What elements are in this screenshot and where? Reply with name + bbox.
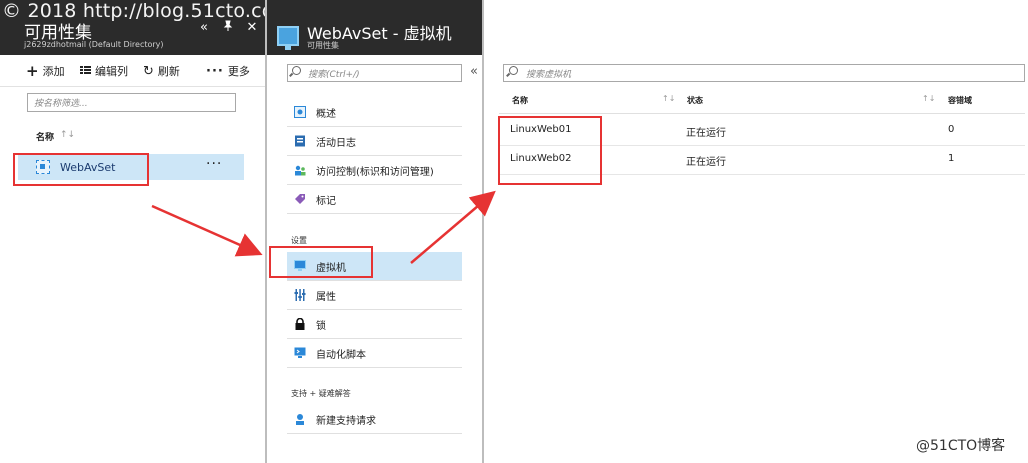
- access-control-icon: [295, 165, 306, 176]
- sort-icon[interactable]: ↑↓: [922, 94, 935, 103]
- plus-icon: +: [26, 61, 39, 80]
- support-request-icon: [296, 414, 304, 425]
- mid-blade-subtitle: 可用性集: [307, 41, 339, 50]
- menu-item-new-support-request[interactable]: 新建支持请求: [287, 405, 462, 434]
- blade-divider: [265, 0, 267, 463]
- column-header-fault-domain[interactable]: 容错域: [948, 95, 972, 106]
- annotation-box-vm-list: [498, 116, 602, 185]
- more-button[interactable]: ··· 更多: [206, 63, 250, 79]
- section-label-support: 支持 + 疑难解答: [291, 389, 351, 398]
- table-row-fault-domain: 1: [948, 153, 955, 164]
- lock-icon: [295, 318, 305, 330]
- column-header-name[interactable]: 名称: [512, 95, 528, 106]
- refresh-button[interactable]: ↻ 刷新: [143, 63, 180, 79]
- activity-log-icon: [295, 135, 305, 147]
- virtual-machine-icon: [277, 26, 299, 50]
- menu-item-tags[interactable]: 标记: [287, 185, 462, 214]
- filter-by-name-input[interactable]: 按名称筛选...: [27, 93, 236, 112]
- arrow-to-vm-menu: [151, 204, 263, 257]
- sort-icon: ↑↓: [60, 130, 76, 140]
- menu-item-access-control[interactable]: 访问控制(标识和访问管理): [287, 156, 462, 185]
- table-header-divider: [499, 113, 1025, 114]
- menu-item-overview[interactable]: 概述: [287, 98, 462, 127]
- collapse-blade-icon[interactable]: «: [196, 20, 212, 35]
- properties-icon: [294, 289, 306, 301]
- pin-icon[interactable]: [220, 20, 236, 35]
- collapse-menu-icon[interactable]: «: [470, 64, 478, 79]
- add-button[interactable]: + 添加: [26, 63, 65, 79]
- tag-icon: [295, 194, 305, 204]
- menu-search-input[interactable]: 搜索(Ctrl+/): [287, 64, 462, 82]
- left-blade-subtitle: j2629zdhotmail (Default Directory): [24, 40, 164, 49]
- columns-icon: [80, 65, 91, 78]
- section-label-settings: 设置: [291, 236, 307, 245]
- column-header-status[interactable]: 状态: [687, 95, 703, 106]
- overview-icon: [294, 106, 306, 118]
- close-icon[interactable]: ✕: [244, 20, 260, 35]
- menu-item-properties[interactable]: 属性: [287, 281, 462, 310]
- edit-columns-button[interactable]: 编辑列: [80, 63, 128, 79]
- table-row-status: 正在运行: [686, 157, 726, 168]
- table-row-fault-domain: 0: [948, 124, 955, 135]
- menu-item-activity-log[interactable]: 活动日志: [287, 127, 462, 156]
- automation-script-icon: [294, 347, 306, 358]
- watermark-bottom: @51CTO博客: [916, 438, 1006, 454]
- sort-icon[interactable]: ↑↓: [662, 94, 675, 103]
- vm-search-input[interactable]: 搜索虚拟机: [503, 64, 1025, 82]
- table-row-status: 正在运行: [686, 128, 726, 139]
- blade-divider: [482, 0, 484, 463]
- more-icon: ···: [206, 63, 224, 79]
- menu-item-locks[interactable]: 锁: [287, 310, 462, 339]
- column-header-name[interactable]: 名称 ↑↓: [36, 130, 75, 143]
- search-icon: [292, 66, 301, 75]
- search-icon: [509, 66, 518, 75]
- refresh-icon: ↻: [143, 63, 154, 79]
- annotation-box-vm-menu: [269, 246, 373, 278]
- row-more-icon[interactable]: ···: [206, 156, 222, 172]
- menu-item-automation-script[interactable]: 自动化脚本: [287, 339, 462, 368]
- annotation-box-webavset: [13, 153, 149, 186]
